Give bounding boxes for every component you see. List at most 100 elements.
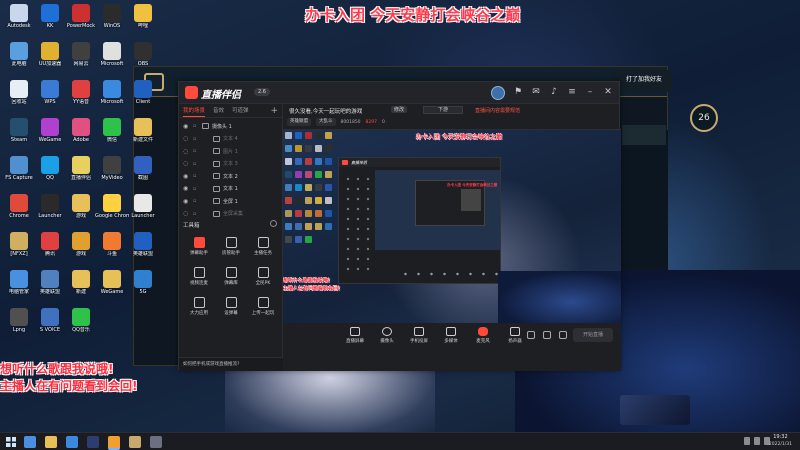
- tab-danmaku[interactable]: 可道弹: [232, 104, 249, 117]
- lock-icon[interactable]: ▫: [193, 173, 199, 179]
- desktop-icon[interactable]: QQ音乐: [64, 306, 98, 346]
- effects-icon[interactable]: [543, 331, 551, 339]
- eye-icon[interactable]: ◉: [183, 185, 190, 192]
- desktop-icon[interactable]: Launcher: [33, 192, 67, 232]
- desktop-icon[interactable]: Launcher: [126, 192, 160, 232]
- taskbar-app-icon[interactable]: [150, 436, 162, 448]
- bottom-tool-item[interactable]: 直播屏幕: [343, 327, 367, 344]
- settings-icon[interactable]: [559, 331, 567, 339]
- desktop-icon[interactable]: S VOICE: [33, 306, 67, 346]
- bell-icon[interactable]: ♪: [549, 86, 559, 98]
- scene-item[interactable]: ◉ ▫ 文本 2: [179, 170, 282, 183]
- desktop-icon[interactable]: UU加速器: [33, 40, 67, 80]
- tool-item[interactable]: 主播任务: [247, 237, 279, 259]
- desktop-icon[interactable]: Lpng: [2, 306, 36, 346]
- taskbar-folder-icon[interactable]: [45, 436, 57, 448]
- desktop-icon[interactable]: 新建文件: [126, 116, 160, 156]
- desktop-icon[interactable]: 英雄联盟: [33, 268, 67, 308]
- desktop-icon[interactable]: PowerMock: [64, 2, 98, 42]
- desktop-icon[interactable]: FS Capture: [2, 154, 36, 194]
- lock-icon[interactable]: ▫: [193, 211, 199, 217]
- taskbar-lol-icon[interactable]: [129, 436, 141, 448]
- desktop-icon[interactable]: WPS: [33, 78, 67, 118]
- desktop-icon[interactable]: 电脑管家: [2, 268, 36, 308]
- desktop-icon[interactable]: 直播伴侣: [64, 154, 98, 194]
- room-tag-1[interactable]: 英雄联盟: [287, 118, 311, 126]
- live-companion-window[interactable]: 直播伴侣 2.6 ⚑ ✉ ♪ ≡ – ✕ 我的场景 音效 可道弹 + ◉ ▫ 摄像头…: [178, 81, 621, 371]
- desktop-icon[interactable]: YY语音: [64, 78, 98, 118]
- tool-item[interactable]: 大力应用: [183, 297, 215, 319]
- lock-icon[interactable]: ▫: [193, 186, 199, 192]
- desktop-icon[interactable]: Chrome: [2, 192, 36, 232]
- taskbar-live-companion-icon[interactable]: [108, 436, 120, 448]
- desktop-icon[interactable]: 哔哩: [126, 2, 160, 42]
- desktop-icon[interactable]: Client: [126, 78, 160, 118]
- bottom-tool-item[interactable]: 多媒体: [439, 327, 463, 344]
- desktop-icon[interactable]: 回收站: [2, 78, 36, 118]
- room-title[interactable]: 很久没看,今天一起玩吧的游戏: [289, 107, 362, 115]
- user-avatar[interactable]: [491, 86, 505, 100]
- tool-item[interactable]: 设弹幕: [215, 297, 247, 319]
- desktop-icon[interactable]: [NFXZ]: [2, 230, 36, 270]
- eye-icon[interactable]: ◉: [183, 123, 190, 130]
- tab-sound[interactable]: 音效: [213, 104, 224, 117]
- app-titlebar[interactable]: 直播伴侣 2.6 ⚑ ✉ ♪ ≡ – ✕: [179, 82, 619, 104]
- desktop-icon[interactable]: 微信: [95, 116, 129, 156]
- eye-icon[interactable]: ◉: [183, 198, 190, 205]
- desktop-icon[interactable]: Google Chrome: [95, 192, 129, 232]
- desktop-icon[interactable]: QQ: [33, 154, 67, 194]
- desktop-icon[interactable]: MyVideo: [95, 154, 129, 194]
- tool-item[interactable]: 上传一起玩: [247, 297, 279, 319]
- scene-item[interactable]: ◉ ▫ 文本 1: [179, 183, 282, 196]
- desktop-icon[interactable]: 英雄联盟: [126, 230, 160, 270]
- bottom-tool-item[interactable]: 手机投屏: [407, 327, 431, 344]
- desktop-icon[interactable]: Microsoft: [95, 78, 129, 118]
- desktop-icon[interactable]: 网易云: [64, 40, 98, 80]
- gift-icon[interactable]: ⚑: [513, 86, 523, 98]
- desktop-icon[interactable]: Microsoft: [95, 40, 129, 80]
- tool-item[interactable]: 弹幕库: [215, 267, 247, 289]
- toolbox-settings-icon[interactable]: [270, 220, 277, 227]
- bottom-tool-item[interactable]: 麦克风: [471, 327, 495, 344]
- mail-icon[interactable]: ✉: [531, 86, 541, 98]
- desktop-icon[interactable]: Steam: [2, 116, 36, 156]
- scene-item[interactable]: ◌ ▫ 文本 3: [179, 158, 282, 171]
- lock-icon[interactable]: ▫: [193, 148, 199, 154]
- lock-icon[interactable]: ▫: [193, 123, 199, 129]
- desktop-icon[interactable]: 新建: [64, 268, 98, 308]
- eye-off-icon[interactable]: ◌: [183, 210, 190, 217]
- add-scene-icon[interactable]: +: [270, 104, 282, 117]
- taskbar-browser-icon[interactable]: [66, 436, 78, 448]
- tip-bar[interactable]: 如何把手机或游戏直播推流?: [179, 357, 283, 371]
- desktop-icon[interactable]: 此电脑: [2, 40, 36, 80]
- desktop-icon[interactable]: 腾讯: [33, 230, 67, 270]
- desktop-icon[interactable]: Autodesk: [2, 2, 36, 42]
- minimize-icon[interactable]: –: [585, 86, 595, 98]
- tool-item[interactable]: 全民PK: [247, 267, 279, 289]
- lock-icon[interactable]: ▫: [193, 198, 199, 204]
- desktop-icon[interactable]: Adobe: [64, 116, 98, 156]
- tray-volume-icon[interactable]: [754, 437, 760, 445]
- eye-off-icon[interactable]: ◌: [183, 135, 190, 142]
- windows-start-icon[interactable]: [6, 437, 16, 447]
- lock-icon[interactable]: ▫: [193, 161, 199, 167]
- desktop-icon[interactable]: WeGame: [33, 116, 67, 156]
- desktop-icon[interactable]: 截图: [126, 154, 160, 194]
- eye-off-icon[interactable]: ◌: [183, 160, 190, 167]
- room-tag-2[interactable]: 大乱斗: [316, 118, 336, 126]
- lol-top-right-panel[interactable]: 打了加我好友: [612, 70, 672, 92]
- taskbar-edge-icon[interactable]: [24, 436, 36, 448]
- scene-item[interactable]: ◌ ▫ 图片 1: [179, 145, 282, 158]
- eye-off-icon[interactable]: ◌: [183, 148, 190, 155]
- desktop-icon[interactable]: 游戏: [64, 192, 98, 232]
- scene-item[interactable]: ◌ ▫ 文本 4: [179, 133, 282, 146]
- desktop-icon[interactable]: KK: [33, 2, 67, 42]
- start-live-button[interactable]: 开始直播: [573, 328, 613, 342]
- lock-icon[interactable]: ▫: [193, 136, 199, 142]
- tool-item[interactable]: 房管助手: [215, 237, 247, 259]
- desktop-icon[interactable]: WinOS: [95, 2, 129, 42]
- desktop-icon[interactable]: 游戏: [64, 230, 98, 270]
- stream-preview[interactable]: 办卡入团 今天安静打会峡谷之巅 直播伴侣 办卡入团 今天安静打会峡谷之巅 想听什…: [283, 130, 621, 323]
- bottom-tool-item[interactable]: 摄像头: [375, 327, 399, 344]
- room-edit-button[interactable]: 修改: [391, 106, 408, 113]
